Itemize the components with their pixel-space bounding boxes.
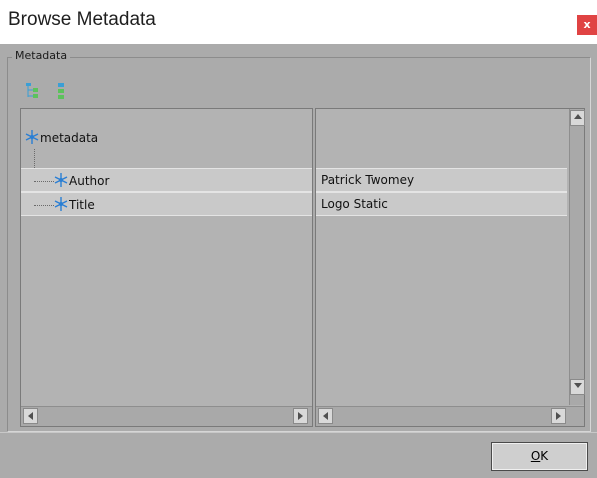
tree-node-label: Title (69, 198, 95, 212)
tree-node-label: metadata (40, 131, 99, 145)
footer-divider (0, 432, 597, 433)
window-title: Browse Metadata (8, 9, 156, 30)
value-row[interactable]: Logo Static (316, 192, 567, 216)
tree-row[interactable]: Author (21, 168, 312, 192)
value-title: Logo Static (321, 197, 388, 211)
vertical-scrollbar[interactable] (569, 109, 585, 405)
scroll-right-button[interactable] (293, 408, 308, 424)
ok-mnemonic: O (530, 449, 541, 463)
node-icon (53, 172, 69, 191)
horizontal-scrollbar[interactable] (316, 406, 584, 426)
tree-node-title[interactable]: Title (53, 196, 95, 214)
ok-label: K (540, 449, 549, 463)
title-bar: Browse Metadata x (0, 0, 597, 44)
scroll-down-button[interactable] (570, 379, 585, 395)
close-button[interactable]: x (577, 15, 597, 35)
node-icon (53, 196, 69, 215)
tree-node-label: Author (69, 174, 110, 188)
scroll-up-button[interactable] (570, 110, 585, 126)
collapse-all-icon[interactable] (55, 82, 69, 100)
dialog-body: Metadata metadata Author Title Patrick T… (0, 44, 597, 478)
scroll-left-button[interactable] (318, 408, 333, 424)
node-icon (24, 129, 40, 148)
values-panel[interactable]: Patrick Twomey Logo Static (315, 108, 585, 427)
scroll-left-button[interactable] (23, 408, 38, 424)
group-legend: Metadata (12, 49, 71, 63)
scroll-right-button[interactable] (551, 408, 566, 424)
tree-connector (34, 205, 54, 206)
expand-all-icon[interactable] (25, 82, 39, 100)
tree-row[interactable]: Title (21, 192, 312, 216)
horizontal-scrollbar[interactable] (21, 406, 312, 426)
tree-panel[interactable]: metadata Author Title (20, 108, 313, 427)
tree-node-root[interactable]: metadata (24, 129, 98, 147)
value-author: Patrick Twomey (321, 173, 415, 187)
value-row[interactable]: Patrick Twomey (316, 168, 567, 192)
ok-button[interactable]: OK (491, 442, 588, 471)
tree-node-author[interactable]: Author (53, 172, 109, 190)
tree-connector (34, 181, 54, 182)
